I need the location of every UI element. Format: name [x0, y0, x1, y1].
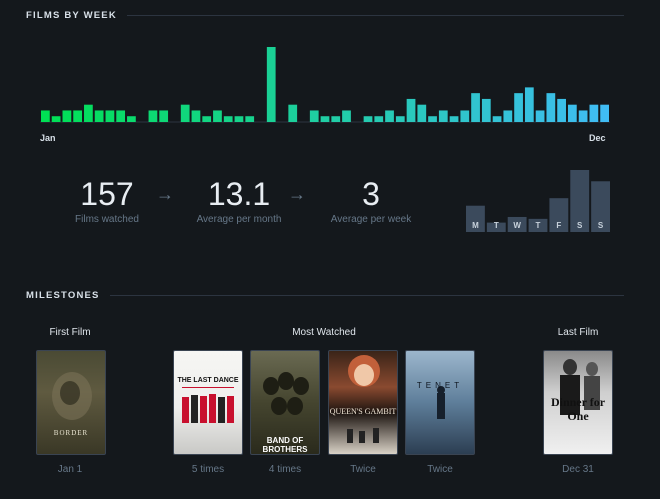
stat-average-month-label: Average per month — [196, 214, 282, 225]
week-bar[interactable] — [578, 110, 588, 122]
week-bar[interactable] — [266, 47, 276, 122]
week-bar[interactable] — [395, 116, 405, 122]
day-of-week-chart: MTWTFSS — [466, 170, 610, 232]
week-bar[interactable] — [180, 104, 190, 122]
week-bar[interactable] — [84, 104, 93, 122]
poster-artwork — [182, 394, 234, 423]
week-bar[interactable] — [557, 98, 566, 122]
chart-end-label: Dec — [589, 133, 606, 143]
week-bar[interactable] — [524, 87, 534, 122]
first-film-caption: Jan 1 — [57, 464, 83, 475]
week-bar[interactable] — [535, 110, 545, 122]
most-watched-caption: Twice — [350, 464, 376, 475]
most-watched-caption: Twice — [427, 464, 453, 475]
week-bar[interactable] — [385, 110, 394, 122]
section-divider — [126, 15, 624, 16]
poster-title: BAND OF BROTHERS — [262, 436, 308, 454]
week-bar[interactable] — [449, 116, 459, 122]
week-bar[interactable] — [417, 104, 427, 122]
week-bar[interactable] — [309, 110, 319, 122]
milestones-header: MILESTONES — [26, 290, 624, 301]
stat-average-month-value: 13.1 — [207, 176, 271, 212]
day-label: T — [494, 221, 499, 230]
section-divider — [109, 295, 624, 296]
week-bar[interactable] — [589, 104, 599, 122]
week-bar[interactable] — [428, 116, 437, 122]
most-watched-caption: 5 times — [191, 464, 225, 475]
poster-artwork — [347, 355, 380, 443]
week-bar[interactable] — [481, 98, 491, 122]
week-bar[interactable] — [331, 116, 341, 122]
stat-average-week-label: Average per week — [330, 214, 412, 225]
week-bar[interactable] — [191, 110, 201, 122]
poster-most-watched[interactable]: BAND OF BROTHERS — [250, 350, 320, 455]
day-label: M — [472, 221, 479, 230]
week-bar[interactable] — [213, 110, 222, 122]
week-bar[interactable] — [406, 98, 416, 122]
last-film-heading: Last Film — [557, 327, 599, 338]
films-by-week-header: FILMS BY WEEK — [26, 10, 624, 21]
week-bar[interactable] — [116, 110, 126, 122]
week-bar[interactable] — [202, 116, 212, 122]
week-bar[interactable] — [159, 110, 169, 122]
week-bar[interactable] — [514, 93, 523, 122]
week-bar[interactable] — [62, 110, 72, 122]
most-watched-caption: 4 times — [268, 464, 302, 475]
day-label: S — [598, 221, 604, 230]
milestones-title: MILESTONES — [26, 290, 100, 301]
week-bar[interactable] — [503, 110, 513, 122]
week-bar[interactable] — [363, 116, 373, 122]
week-bar[interactable] — [492, 116, 502, 122]
week-bar[interactable] — [374, 116, 384, 122]
stat-average-week: 3 Average per week — [311, 176, 431, 225]
stat-average-month: 13.1 Average per month — [179, 176, 299, 225]
stat-average-week-value: 3 — [362, 176, 380, 212]
films-by-week-title: FILMS BY WEEK — [26, 10, 117, 21]
poster-title: TENET — [416, 381, 464, 390]
week-bar[interactable] — [148, 110, 158, 122]
poster-most-watched[interactable]: QUEEN'S GAMBIT — [328, 350, 398, 455]
week-bar[interactable] — [73, 110, 83, 122]
poster-artwork — [52, 372, 92, 420]
week-bar[interactable] — [342, 110, 351, 122]
most-watched-heading: Most Watched — [292, 327, 356, 338]
poster-title: Dinner for One — [550, 395, 606, 423]
arrow-right-icon: → — [156, 184, 174, 204]
week-bar[interactable] — [94, 110, 104, 122]
poster-title: QUEEN'S GAMBIT — [329, 407, 397, 416]
week-bar[interactable] — [41, 110, 50, 122]
week-bar[interactable] — [471, 93, 480, 122]
day-label: S — [577, 221, 583, 230]
chart-start-label: Jan — [40, 133, 56, 143]
poster-first-film[interactable]: BORDER — [36, 350, 106, 455]
week-bar[interactable] — [51, 116, 61, 122]
poster-title: BORDER — [53, 429, 89, 437]
poster-most-watched[interactable]: THE LAST DANCE — [173, 350, 243, 455]
week-bar[interactable] — [567, 104, 577, 122]
week-bar[interactable] — [460, 110, 470, 122]
first-film-heading: First Film — [49, 327, 91, 338]
week-bar[interactable] — [320, 116, 330, 122]
week-bar[interactable] — [105, 110, 115, 122]
week-bar[interactable] — [234, 116, 244, 122]
films-by-week-chart — [40, 47, 610, 123]
week-bar[interactable] — [600, 104, 609, 122]
week-bar[interactable] — [245, 116, 255, 122]
day-label: W — [513, 221, 521, 230]
week-bar[interactable] — [127, 116, 136, 122]
stat-films-watched-label: Films watched — [75, 214, 139, 225]
poster-most-watched[interactable]: TENET — [405, 350, 475, 455]
stat-films-watched-value: 157 — [80, 176, 134, 212]
day-label: F — [556, 221, 561, 230]
poster-artwork — [437, 386, 445, 419]
week-bar[interactable] — [438, 110, 448, 122]
stat-films-watched: 157 Films watched — [47, 176, 167, 225]
poster-last-film[interactable]: Dinner for One — [543, 350, 613, 455]
week-bar[interactable] — [288, 104, 298, 122]
week-bar[interactable] — [546, 93, 556, 122]
day-label: T — [536, 221, 541, 230]
week-bar[interactable] — [223, 116, 233, 122]
arrow-right-icon: → — [288, 184, 306, 204]
last-film-caption: Dec 31 — [562, 464, 594, 475]
